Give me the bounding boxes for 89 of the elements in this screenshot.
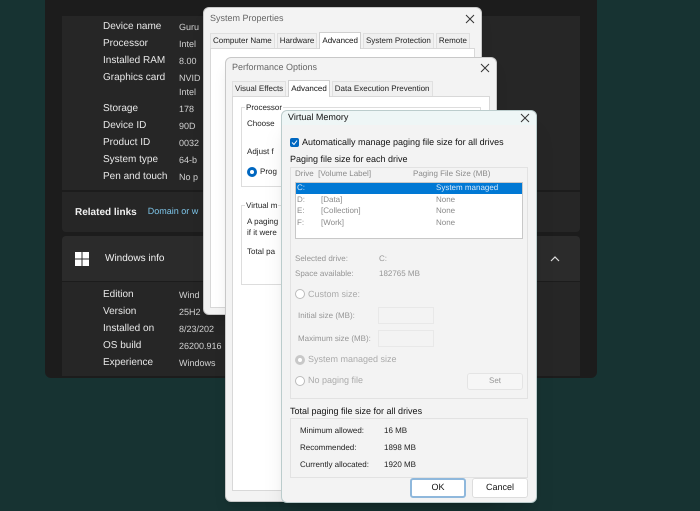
checkbox[interactable] <box>290 138 299 147</box>
chevron-up-icon[interactable] <box>550 256 560 262</box>
spec-label: Experience <box>103 356 154 370</box>
spec-value: 8.00 <box>179 55 197 68</box>
paging-size: None <box>436 194 456 206</box>
total-value: 1920 MB <box>384 459 418 471</box>
spec-value: 0032 <box>179 137 200 150</box>
tab[interactable]: Advanced <box>319 32 361 49</box>
tab[interactable]: Hardware <box>276 33 318 48</box>
radio-label: Prog <box>260 166 277 178</box>
total-label: Currently allocated: <box>300 459 370 471</box>
window-title: Virtual Memory <box>288 111 348 124</box>
tab[interactable]: System Protection <box>362 33 434 48</box>
tab[interactable]: Visual Effects <box>232 81 286 96</box>
info-label: Selected drive: <box>295 252 349 264</box>
paging-size: None <box>436 205 456 218</box>
spec-value: 26200.916 <box>179 340 222 353</box>
group-text: Adjust f <box>247 146 274 158</box>
spec-label: OS build <box>103 339 142 353</box>
total-label: Recommended: <box>300 442 358 454</box>
info-value: C: <box>379 252 388 264</box>
windows-info-title: Windows info <box>105 252 164 266</box>
spec-label: Version <box>103 305 136 319</box>
column-header: Paging File Size (MB) <box>413 168 490 180</box>
radio-label: Custom size: <box>308 288 360 300</box>
spec-label: Storage <box>103 102 138 116</box>
volume-label: [Work] <box>321 218 344 227</box>
spec-value: 64-b <box>179 154 198 167</box>
tab[interactable]: Computer Name <box>210 33 275 48</box>
spec-value: Guru <box>179 21 200 34</box>
window-title: Performance Options <box>232 61 318 74</box>
drive-letter: D: <box>296 194 306 206</box>
paging-size: System managed <box>436 182 498 194</box>
domain-link[interactable]: Domain or w <box>148 205 198 219</box>
drive-letter: F: <box>296 216 306 229</box>
group-text: if it were <box>247 227 277 238</box>
spec-label: Graphics card <box>103 71 166 85</box>
info-label: Space available: <box>295 268 355 280</box>
field-label: Initial size (MB): <box>298 310 356 322</box>
spec-value: Intel <box>179 38 196 51</box>
spec-label: Device name <box>103 20 162 34</box>
column-header: Drive [Volume Label] <box>295 168 372 180</box>
radio-label: System managed size <box>308 353 397 366</box>
spec-value: No p <box>179 171 198 184</box>
close-icon[interactable] <box>465 14 475 24</box>
spec-label: Device ID <box>103 119 146 133</box>
tab[interactable]: Advanced <box>288 80 330 97</box>
spec-value: NVID <box>179 72 201 85</box>
total-value: 1898 MB <box>384 442 418 454</box>
group-title: Total paging file size for all drives <box>290 404 424 418</box>
radio-button[interactable] <box>247 167 257 177</box>
group-text: A paging <box>247 216 278 227</box>
dialog-button[interactable]: OK <box>410 478 466 498</box>
spec-value: Intel <box>179 86 196 99</box>
spec-value: 178 <box>179 103 194 116</box>
close-icon[interactable] <box>480 63 490 73</box>
total-value: 16 MB <box>384 425 408 437</box>
checkbox-label: Automatically manage paging file size for all drives <box>302 136 504 149</box>
spec-label: Pen and touch <box>103 170 168 184</box>
spec-label: Edition <box>103 288 134 302</box>
info-value: 182765 MB <box>379 268 421 280</box>
paging-size: None <box>436 216 456 229</box>
field-label: Maximum size (MB): <box>298 332 372 344</box>
group-text: Choose <box>247 118 275 130</box>
group-text: Total pa <box>247 246 276 258</box>
spec-label: System type <box>103 153 158 167</box>
spec-value: Wind <box>179 289 200 302</box>
drive-letter: E: <box>296 205 306 218</box>
spec-label: Installed RAM <box>103 54 166 68</box>
spec-label: Installed on <box>103 322 154 336</box>
tab[interactable]: Remote <box>436 33 470 48</box>
group-title: Paging file size for each drive <box>290 153 409 166</box>
spec-label: Product ID <box>103 136 150 150</box>
spec-value: 25H2 <box>179 306 201 319</box>
spec-value: 90D <box>179 120 196 133</box>
spec-value: Windows <box>179 357 216 370</box>
related-links-heading: Related links <box>75 206 137 220</box>
close-icon[interactable] <box>520 112 530 123</box>
spec-label: Processor <box>103 37 148 51</box>
radio-label: No paging file <box>308 374 364 388</box>
volume-label: [Data] <box>321 194 342 204</box>
volume-label: [Collection] <box>321 206 361 216</box>
drive-letter: C: <box>296 182 306 194</box>
spec-value: 8/23/202 <box>179 323 214 336</box>
window-title: System Properties <box>210 12 284 26</box>
total-label: Minimum allowed: <box>300 425 366 437</box>
windows-logo-icon <box>75 252 89 266</box>
dialog-button[interactable]: Cancel <box>472 478 528 498</box>
tab[interactable]: Data Execution Prevention <box>332 81 433 96</box>
